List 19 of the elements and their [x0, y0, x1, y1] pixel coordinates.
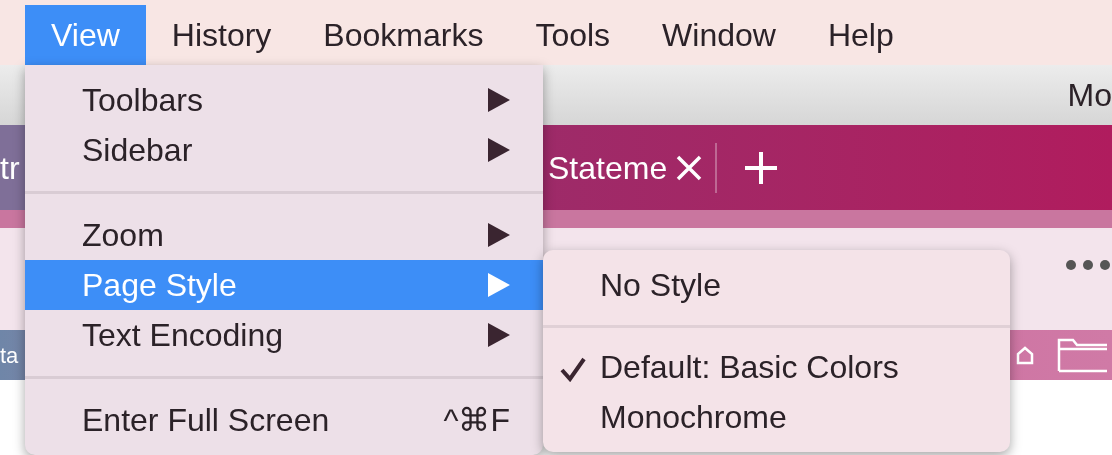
- home-icon[interactable]: [1015, 345, 1036, 365]
- submenu-item[interactable]: No Style: [543, 260, 1010, 310]
- menu-bar-item[interactable]: Tools: [509, 5, 637, 65]
- bookmark-label[interactable]: ta: [0, 338, 19, 372]
- menu-item[interactable]: Enter Full Screen ^⌘F: [25, 395, 543, 445]
- menu-bar-item[interactable]: Window: [636, 5, 802, 65]
- menu-item[interactable]: Zoom: [25, 210, 543, 260]
- menu-bar-item[interactable]: History: [145, 5, 298, 65]
- overflow-menu-icon[interactable]: [1064, 258, 1112, 272]
- menu-bar-item[interactable]: Help: [801, 5, 920, 65]
- folder-icon[interactable]: [1057, 337, 1108, 373]
- close-icon[interactable]: [675, 153, 704, 182]
- window-title: Mo: [1067, 76, 1112, 115]
- menu-bar-item[interactable]: Bookmarks: [297, 5, 510, 65]
- submenu-item[interactable]: Monochrome: [543, 392, 1010, 442]
- submenu-item[interactable]: Default: Basic Colors: [543, 342, 1010, 392]
- menu-item[interactable]: Text Encoding: [25, 310, 543, 360]
- menu-item[interactable]: Toolbars: [25, 75, 543, 125]
- browser-tab[interactable]: Stateme: [548, 125, 716, 210]
